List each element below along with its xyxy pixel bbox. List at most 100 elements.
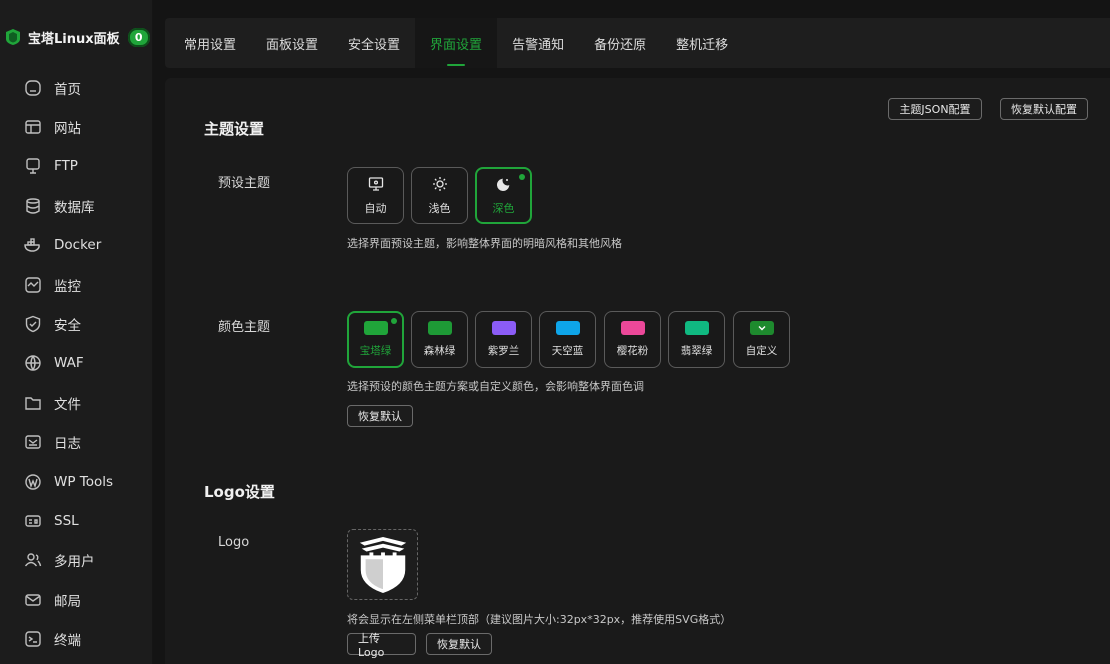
color-swatch [491, 321, 516, 335]
color-theme-label: 颜色主题 [218, 320, 271, 335]
sidebar-item-label: Docker [54, 237, 102, 254]
upload-logo-button[interactable]: 上传Logo [347, 632, 416, 659]
sidebar-item-wp-tools[interactable]: WP Tools [0, 462, 153, 501]
logo-preview[interactable] [347, 529, 418, 600]
sidebar-item-docker[interactable]: Docker [0, 226, 153, 265]
terminal-icon [24, 630, 42, 648]
restore-default-logo-button[interactable]: 恢复默认 [426, 633, 492, 655]
baota-tower-logo-icon [359, 536, 406, 593]
color-theme-custom[interactable]: 自定义 [733, 311, 790, 368]
custom-color-swatch [749, 321, 774, 335]
preset-theme-help: 选择界面预设主题，影响整体界面的明暗风格和其他风格 [347, 237, 622, 250]
sidebar-item-label: SSL [54, 512, 79, 529]
sidebar-item-label: 多用户 [54, 554, 95, 571]
tab-security-settings[interactable]: 安全设置 [333, 18, 415, 68]
moon-icon [496, 176, 512, 192]
notification-badge[interactable]: 0 [127, 27, 150, 47]
sidebar-item-terminal[interactable]: 终端 [0, 619, 153, 658]
sidebar-item-label: 数据库 [54, 199, 95, 216]
color-swatch [555, 321, 580, 335]
theme-json-config-button[interactable]: 主题JSON配置 [888, 98, 982, 120]
preset-theme-light[interactable]: 浅色 [411, 167, 468, 224]
sidebar-item-logs[interactable]: 日志 [0, 423, 153, 462]
sidebar-item-monitor[interactable]: 监控 [0, 265, 153, 304]
color-theme-forest-green[interactable]: 森林绿 [411, 311, 468, 368]
color-label: 樱花粉 [616, 345, 649, 357]
users-icon [24, 551, 42, 569]
sidebar-item-label: 网站 [54, 121, 81, 138]
preset-label: 浅色 [428, 201, 451, 215]
color-theme-baota-green[interactable]: 宝塔绿 [347, 311, 404, 368]
logo-label: Logo [218, 535, 250, 550]
color-swatch [363, 321, 388, 335]
selected-indicator [519, 174, 525, 180]
color-theme-sakura-pink[interactable]: 樱花粉 [604, 311, 661, 368]
color-theme-sky-blue[interactable]: 天空蓝 [539, 311, 596, 368]
log-icon [24, 433, 42, 451]
color-theme-help: 选择预设的颜色主题方案或自定义颜色，会影响整体界面色调 [347, 380, 644, 393]
sidebar-item-ssl[interactable]: SSL [0, 501, 153, 540]
sidebar-item-label: 邮局 [54, 593, 81, 610]
preset-label: 自动 [364, 201, 387, 215]
sidebar-item-waf[interactable]: WAF [0, 344, 153, 383]
chevron-down-icon [758, 326, 765, 331]
sidebar-item-label: WAF [54, 355, 84, 372]
color-label: 宝塔绿 [359, 345, 392, 357]
sidebar-item-label: WP Tools [54, 473, 114, 490]
sidebar-item-multi-user[interactable]: 多用户 [0, 541, 153, 580]
website-icon [24, 118, 42, 136]
interface-settings-panel: 主题JSON配置 恢复默认配置 主题设置 预设主题 自动 浅色 深色 选择界面预… [165, 78, 1110, 664]
tab-server-migration[interactable]: 整机迁移 [661, 18, 743, 68]
sidebar-item-mail[interactable]: 邮局 [0, 580, 153, 619]
home-icon [24, 79, 42, 97]
color-theme-violet[interactable]: 紫罗兰 [475, 311, 532, 368]
preset-theme-dark[interactable]: 深色 [475, 167, 532, 224]
preset-theme-auto[interactable]: 自动 [347, 167, 404, 224]
tab-panel-settings[interactable]: 面板设置 [251, 18, 333, 68]
sidebar-item-website[interactable]: 网站 [0, 107, 153, 146]
color-swatch [427, 321, 452, 335]
logo-section-title: Logo设置 [204, 483, 275, 501]
tab-common-settings[interactable]: 常用设置 [169, 18, 251, 68]
monitor-icon [24, 276, 42, 294]
restore-default-color-button[interactable]: 恢复默认 [347, 405, 413, 427]
color-label: 自定义 [745, 345, 778, 357]
docker-icon [24, 236, 42, 254]
sidebar-item-label: FTP [54, 158, 78, 175]
sidebar-item-security[interactable]: 安全 [0, 304, 153, 343]
sidebar-item-label: 文件 [54, 396, 81, 413]
sidebar-item-label: 终端 [54, 633, 81, 650]
color-swatch [684, 321, 709, 335]
settings-tabs: 常用设置 面板设置 安全设置 界面设置 告警通知 备份还原 整机迁移 [165, 18, 1110, 68]
sun-icon [432, 176, 448, 192]
brand-title: 宝塔Linux面板 [28, 31, 120, 47]
preset-theme-label: 预设主题 [218, 176, 271, 191]
tab-interface-settings[interactable]: 界面设置 [415, 18, 498, 68]
color-swatch [620, 321, 645, 335]
ssl-icon [24, 512, 42, 530]
tab-alert-notifications[interactable]: 告警通知 [497, 18, 579, 68]
theme-section-title: 主题设置 [204, 120, 265, 138]
ftp-icon [24, 157, 42, 175]
monitor-screen-icon [368, 176, 384, 192]
color-label: 天空蓝 [551, 345, 584, 357]
restore-default-config-button[interactable]: 恢复默认配置 [1000, 98, 1088, 120]
sidebar-item-home[interactable]: 首页 [0, 68, 153, 107]
sidebar-item-label: 安全 [54, 318, 81, 335]
sidebar-item-database[interactable]: 数据库 [0, 186, 153, 225]
color-label: 翡翠绿 [680, 345, 713, 357]
database-icon [24, 197, 42, 215]
waf-icon [24, 354, 42, 372]
sidebar-item-files[interactable]: 文件 [0, 383, 153, 422]
tab-backup-restore[interactable]: 备份还原 [579, 18, 661, 68]
mail-icon [24, 591, 42, 609]
wordpress-icon [24, 473, 42, 491]
color-theme-emerald[interactable]: 翡翠绿 [668, 311, 725, 368]
sidebar-item-label: 监控 [54, 278, 81, 295]
selected-indicator [391, 318, 397, 324]
color-label: 森林绿 [423, 345, 456, 357]
sidebar-item-ftp[interactable]: FTP [0, 147, 153, 186]
color-label: 紫罗兰 [487, 345, 520, 357]
folder-icon [24, 394, 42, 412]
brand[interactable]: 宝塔Linux面板 0 [0, 22, 153, 52]
